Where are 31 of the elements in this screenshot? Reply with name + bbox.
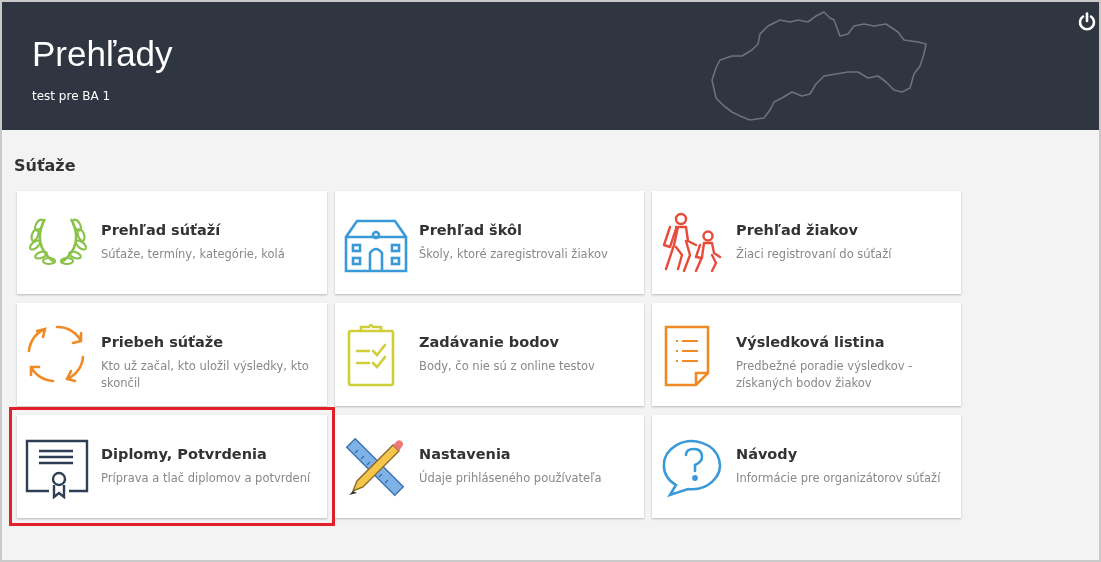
power-icon[interactable] [1077, 12, 1097, 32]
menu-tile[interactable]: Prehľad súťaží Súťaže, termíny, kategórie, kolá [17, 191, 327, 295]
tile-title: Výsledková listina [736, 333, 886, 353]
tile-description: Kto už začal, kto uložil výsledky, kto skončil [101, 357, 310, 392]
menu-tile[interactable]: Zadávanie bodov Body, čo nie sú z online testov [335, 303, 644, 407]
menu-tile[interactable]: Priebeh súťaže Kto už začal, kto uložil výsledky, kto skončil [17, 303, 327, 407]
tile-title: Návody [736, 445, 799, 465]
page-title: Prehľady [32, 36, 173, 71]
tile-title: Prehľad súťaží [101, 221, 222, 241]
menu-tile[interactable]: Návody Informácie pre organizátorov súťaží [652, 415, 961, 519]
tile-title: Prehľad škôl [419, 221, 523, 241]
tile-description: Súťaže, termíny, kategórie, kolá [101, 245, 285, 263]
menu-tile[interactable]: Prehľad škôl Školy, ktoré zaregistrovali žiakov [335, 191, 644, 295]
tile-title: Zadávanie bodov [419, 333, 560, 353]
tile-description: Body, čo nie sú z online testov [419, 357, 595, 375]
tile-description: Školy, ktoré zaregistrovali žiakov [419, 245, 608, 263]
tile-description: Informácie pre organizátorov súťaží [736, 469, 941, 487]
tile-title: Diplomy, Potvrdenia [101, 445, 268, 465]
tile-description: Údaje prihláseného používateľa [419, 469, 602, 487]
menu-tile[interactable]: Prehľad žiakov Žiaci registrovaní do súťaží [652, 191, 961, 295]
page-subtitle: test pre BA 1 [32, 88, 111, 105]
menu-tile[interactable]: Diplomy, Potvrdenia Príprava a tlač diplomov a potvrdení [17, 415, 327, 519]
tile-description: Žiaci registrovaní do súťaží [736, 245, 892, 263]
tile-description: Predbežné poradie výsledkov - získaných bodov žiakov [736, 357, 914, 392]
section-title: Súťaže [14, 156, 76, 176]
tile-title: Prehľad žiakov [736, 221, 859, 241]
tile-description: Príprava a tlač diplomov a potvrdení [101, 469, 311, 487]
menu-tile[interactable]: Výsledková listina Predbežné poradie výsledkov - získaných bodov žiakov [652, 303, 961, 407]
tile-title: Priebeh súťaže [101, 333, 225, 353]
tile-title: Nastavenia [419, 445, 512, 465]
menu-tile[interactable]: Nastavenia Údaje prihláseného používateľa [335, 415, 644, 519]
